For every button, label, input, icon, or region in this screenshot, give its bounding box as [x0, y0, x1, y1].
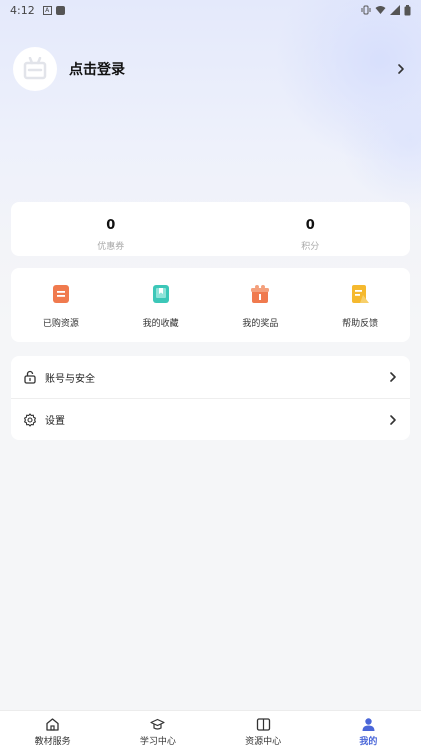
tab-textbook-service[interactable]: 教材服务 — [0, 711, 105, 750]
login-label[interactable]: 点击登录 — [69, 59, 394, 79]
book-icon — [256, 718, 270, 731]
lock-icon — [24, 370, 36, 384]
coupon-label: 优惠券 — [97, 242, 125, 252]
points-count: 0 — [305, 218, 315, 233]
grid-label-purchased: 已购资源 — [42, 319, 79, 329]
settings-menu: 账号与安全 设置 — [11, 356, 410, 440]
tab-label: 我的 — [359, 737, 378, 747]
wifi-icon — [375, 6, 386, 14]
tab-learning-center[interactable]: 学习中心 — [105, 711, 210, 750]
signal-icon — [390, 5, 400, 15]
vibrate-icon — [361, 5, 371, 15]
stats-card: 0 优惠券 0 积分 — [11, 202, 410, 256]
gear-icon — [24, 412, 36, 427]
points-label: 积分 — [301, 242, 320, 252]
notification-a-icon: A — [42, 5, 52, 15]
favorites-icon — [152, 285, 169, 303]
bottom-tab-bar: 教材服务 学习中心 资源中心 我的 — [0, 710, 421, 750]
status-bar: 4:12 A — [0, 0, 421, 20]
tab-resource-center[interactable]: 资源中心 — [211, 711, 316, 750]
tab-mine[interactable]: 我的 — [316, 711, 421, 750]
grid-item-help[interactable]: 帮助反馈 — [310, 268, 410, 342]
menu-label-account-security: 账号与安全 — [45, 373, 95, 385]
purchased-icon — [52, 285, 69, 303]
home-icon — [46, 718, 59, 731]
points-stat[interactable]: 0 积分 — [211, 202, 411, 256]
chevron-right-icon — [390, 372, 396, 382]
shortcut-grid: 已购资源 我的收藏 我的奖品 帮助反馈 — [11, 268, 410, 342]
menu-item-account-security[interactable]: 账号与安全 — [11, 356, 410, 398]
avatar[interactable] — [13, 47, 57, 91]
menu-item-settings[interactable]: 设置 — [11, 398, 410, 440]
battery-icon — [404, 4, 411, 15]
avatar-placeholder-icon — [23, 57, 47, 80]
notification-app-icon — [55, 5, 65, 15]
login-row[interactable]: 点击登录 — [13, 46, 408, 92]
tab-label: 学习中心 — [139, 737, 176, 747]
graduation-cap-icon — [150, 718, 165, 730]
status-time: 4:12 — [10, 3, 35, 17]
grid-label-help: 帮助反馈 — [342, 319, 379, 329]
help-icon — [352, 285, 370, 303]
tab-label: 教材服务 — [34, 737, 71, 747]
grid-item-prize[interactable]: 我的奖品 — [211, 268, 311, 342]
grid-item-favorites[interactable]: 我的收藏 — [111, 268, 211, 342]
coupon-stat[interactable]: 0 优惠券 — [11, 202, 211, 256]
chevron-right-icon[interactable] — [394, 62, 408, 76]
user-icon — [362, 718, 375, 731]
menu-label-settings: 设置 — [45, 416, 65, 427]
grid-label-prize: 我的奖品 — [242, 319, 279, 329]
grid-label-favorites: 我的收藏 — [142, 319, 179, 329]
chevron-right-icon — [390, 414, 396, 425]
tab-label: 资源中心 — [245, 737, 282, 747]
grid-item-purchased[interactable]: 已购资源 — [11, 268, 111, 342]
coupon-count: 0 — [106, 218, 116, 233]
prize-icon — [251, 285, 270, 303]
